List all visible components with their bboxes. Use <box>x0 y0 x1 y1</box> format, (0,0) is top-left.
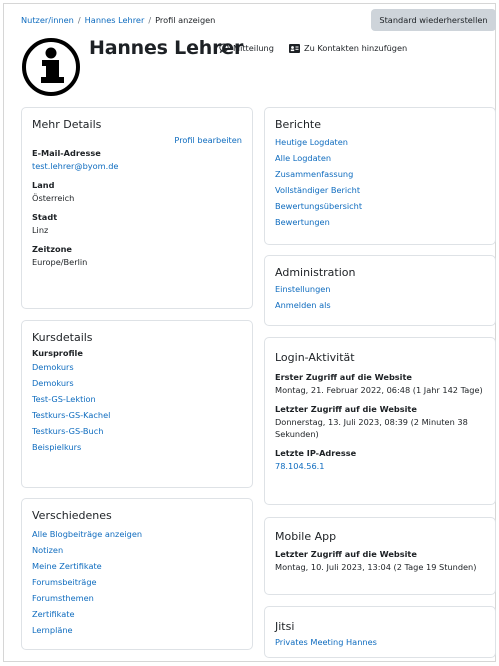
email-link[interactable]: test.lehrer@byom.de <box>32 161 118 171</box>
country-label: Land <box>32 180 55 190</box>
administration-card: Administration Einstellungen Anmelden al… <box>264 255 496 326</box>
administration-list: Einstellungen Anmelden als <box>275 281 485 313</box>
user-avatar-icon <box>22 38 80 96</box>
outline-report-link[interactable]: Zusammenfassung <box>275 169 353 179</box>
course-link[interactable]: Testkurs-GS-Kachel <box>32 410 110 420</box>
message-label: Mitteilung <box>233 43 274 53</box>
address-card-icon <box>289 43 300 53</box>
timezone-value: Europe/Berlin <box>32 257 88 267</box>
mobile-last-access-label: Letzter Zugriff auf die Website <box>275 549 417 559</box>
city-label: Stadt <box>32 212 58 222</box>
course-link[interactable]: Test-GS-Lektion <box>32 394 96 404</box>
todays-logs-link[interactable]: Heutige Logdaten <box>275 137 348 147</box>
speech-bubble-icon <box>219 43 229 53</box>
reports-list: Heutige Logdaten Alle Logdaten Zusammenf… <box>275 134 485 230</box>
course-details-title: Kursdetails <box>32 331 93 344</box>
breadcrumb-separator: / <box>77 15 81 25</box>
breadcrumb-user[interactable]: Hannes Lehrer <box>85 15 145 25</box>
add-contact-button[interactable]: Zu Kontakten hinzufügen <box>289 43 407 53</box>
course-link[interactable]: Beispielkurs <box>32 442 81 452</box>
forum-posts-link[interactable]: Forumsbeiträge <box>32 577 97 587</box>
breadcrumb-separator: / <box>148 15 152 25</box>
reports-card: Berichte Heutige Logdaten Alle Logdaten … <box>264 107 496 245</box>
misc-title: Verschiedenes <box>32 509 112 522</box>
message-button[interactable]: Mitteilung <box>219 43 274 53</box>
city-value: Linz <box>32 225 49 235</box>
course-link[interactable]: Testkurs-GS-Buch <box>32 426 103 436</box>
blog-posts-link[interactable]: Alle Blogbeiträge anzeigen <box>32 529 142 539</box>
reset-page-button[interactable]: Standard wiederherstellen <box>371 9 496 31</box>
course-list: Demokurs Demokurs Test-GS-Lektion Testku… <box>32 359 242 455</box>
mobile-last-access-value: Montag, 10. Juli 2023, 13:04 (2 Tage 19 … <box>275 562 477 572</box>
misc-card: Verschiedenes Alle Blogbeiträge anzeigen… <box>21 498 253 650</box>
more-details-card: Mehr Details Profil bearbeiten E-Mail-Ad… <box>21 107 253 309</box>
breadcrumb-current: Profil anzeigen <box>155 15 216 25</box>
grades-link[interactable]: Bewertungen <box>275 217 330 227</box>
forum-topics-link[interactable]: Forumsthemen <box>32 593 94 603</box>
learning-plans-link[interactable]: Lernpläne <box>32 625 73 635</box>
login-as-link[interactable]: Anmelden als <box>275 300 331 310</box>
all-logs-link[interactable]: Alle Logdaten <box>275 153 331 163</box>
grades-overview-link[interactable]: Bewertungsübersicht <box>275 201 362 211</box>
last-access-label: Letzter Zugriff auf die Website <box>275 404 417 414</box>
breadcrumb-users[interactable]: Nutzer/innen <box>21 15 74 25</box>
jitsi-title: Jitsi <box>275 620 295 633</box>
course-details-card: Kursdetails Kursprofile Demokurs Demokur… <box>21 320 253 488</box>
mobile-app-card: Mobile App Letzter Zugriff auf die Websi… <box>264 517 496 595</box>
administration-title: Administration <box>275 266 356 279</box>
edit-profile-link[interactable]: Profil bearbeiten <box>174 135 242 145</box>
login-activity-title: Login-Aktivität <box>275 351 355 364</box>
country-value: Österreich <box>32 193 75 203</box>
more-details-title: Mehr Details <box>32 118 102 131</box>
course-link[interactable]: Demokurs <box>32 362 74 372</box>
reports-title: Berichte <box>275 118 321 131</box>
course-link[interactable]: Demokurs <box>32 378 74 388</box>
misc-list: Alle Blogbeiträge anzeigen Notizen Meine… <box>32 526 242 638</box>
last-ip-label: Letzte IP-Adresse <box>275 448 357 458</box>
complete-report-link[interactable]: Vollständiger Bericht <box>275 185 360 195</box>
mobile-app-title: Mobile App <box>275 530 337 543</box>
timezone-label: Zeitzone <box>32 244 72 254</box>
add-contact-label: Zu Kontakten hinzufügen <box>304 43 408 53</box>
login-activity-card: Login-Aktivität Erster Zugriff auf die W… <box>264 337 496 505</box>
notes-link[interactable]: Notizen <box>32 545 63 555</box>
preferences-link[interactable]: Einstellungen <box>275 284 331 294</box>
private-meeting-link[interactable]: Privates Meeting Hannes <box>275 637 377 647</box>
first-access-label: Erster Zugriff auf die Website <box>275 372 412 382</box>
first-access-value: Montag, 21. Februar 2022, 06:48 (1 Jahr … <box>275 385 483 395</box>
jitsi-card: Jitsi Privates Meeting Hannes <box>264 606 496 658</box>
my-certificates-link[interactable]: Meine Zertifikate <box>32 561 102 571</box>
email-label: E-Mail-Adresse <box>32 148 101 158</box>
course-profiles-label: Kursprofile <box>32 348 83 358</box>
last-access-value: Donnerstag, 13. Juli 2023, 08:39 (2 Minu… <box>275 417 468 439</box>
breadcrumb: Nutzer/innen / Hannes Lehrer / Profil an… <box>21 15 215 25</box>
certificates-link[interactable]: Zertifikate <box>32 609 75 619</box>
last-ip-link[interactable]: 78.104.56.1 <box>275 461 324 471</box>
